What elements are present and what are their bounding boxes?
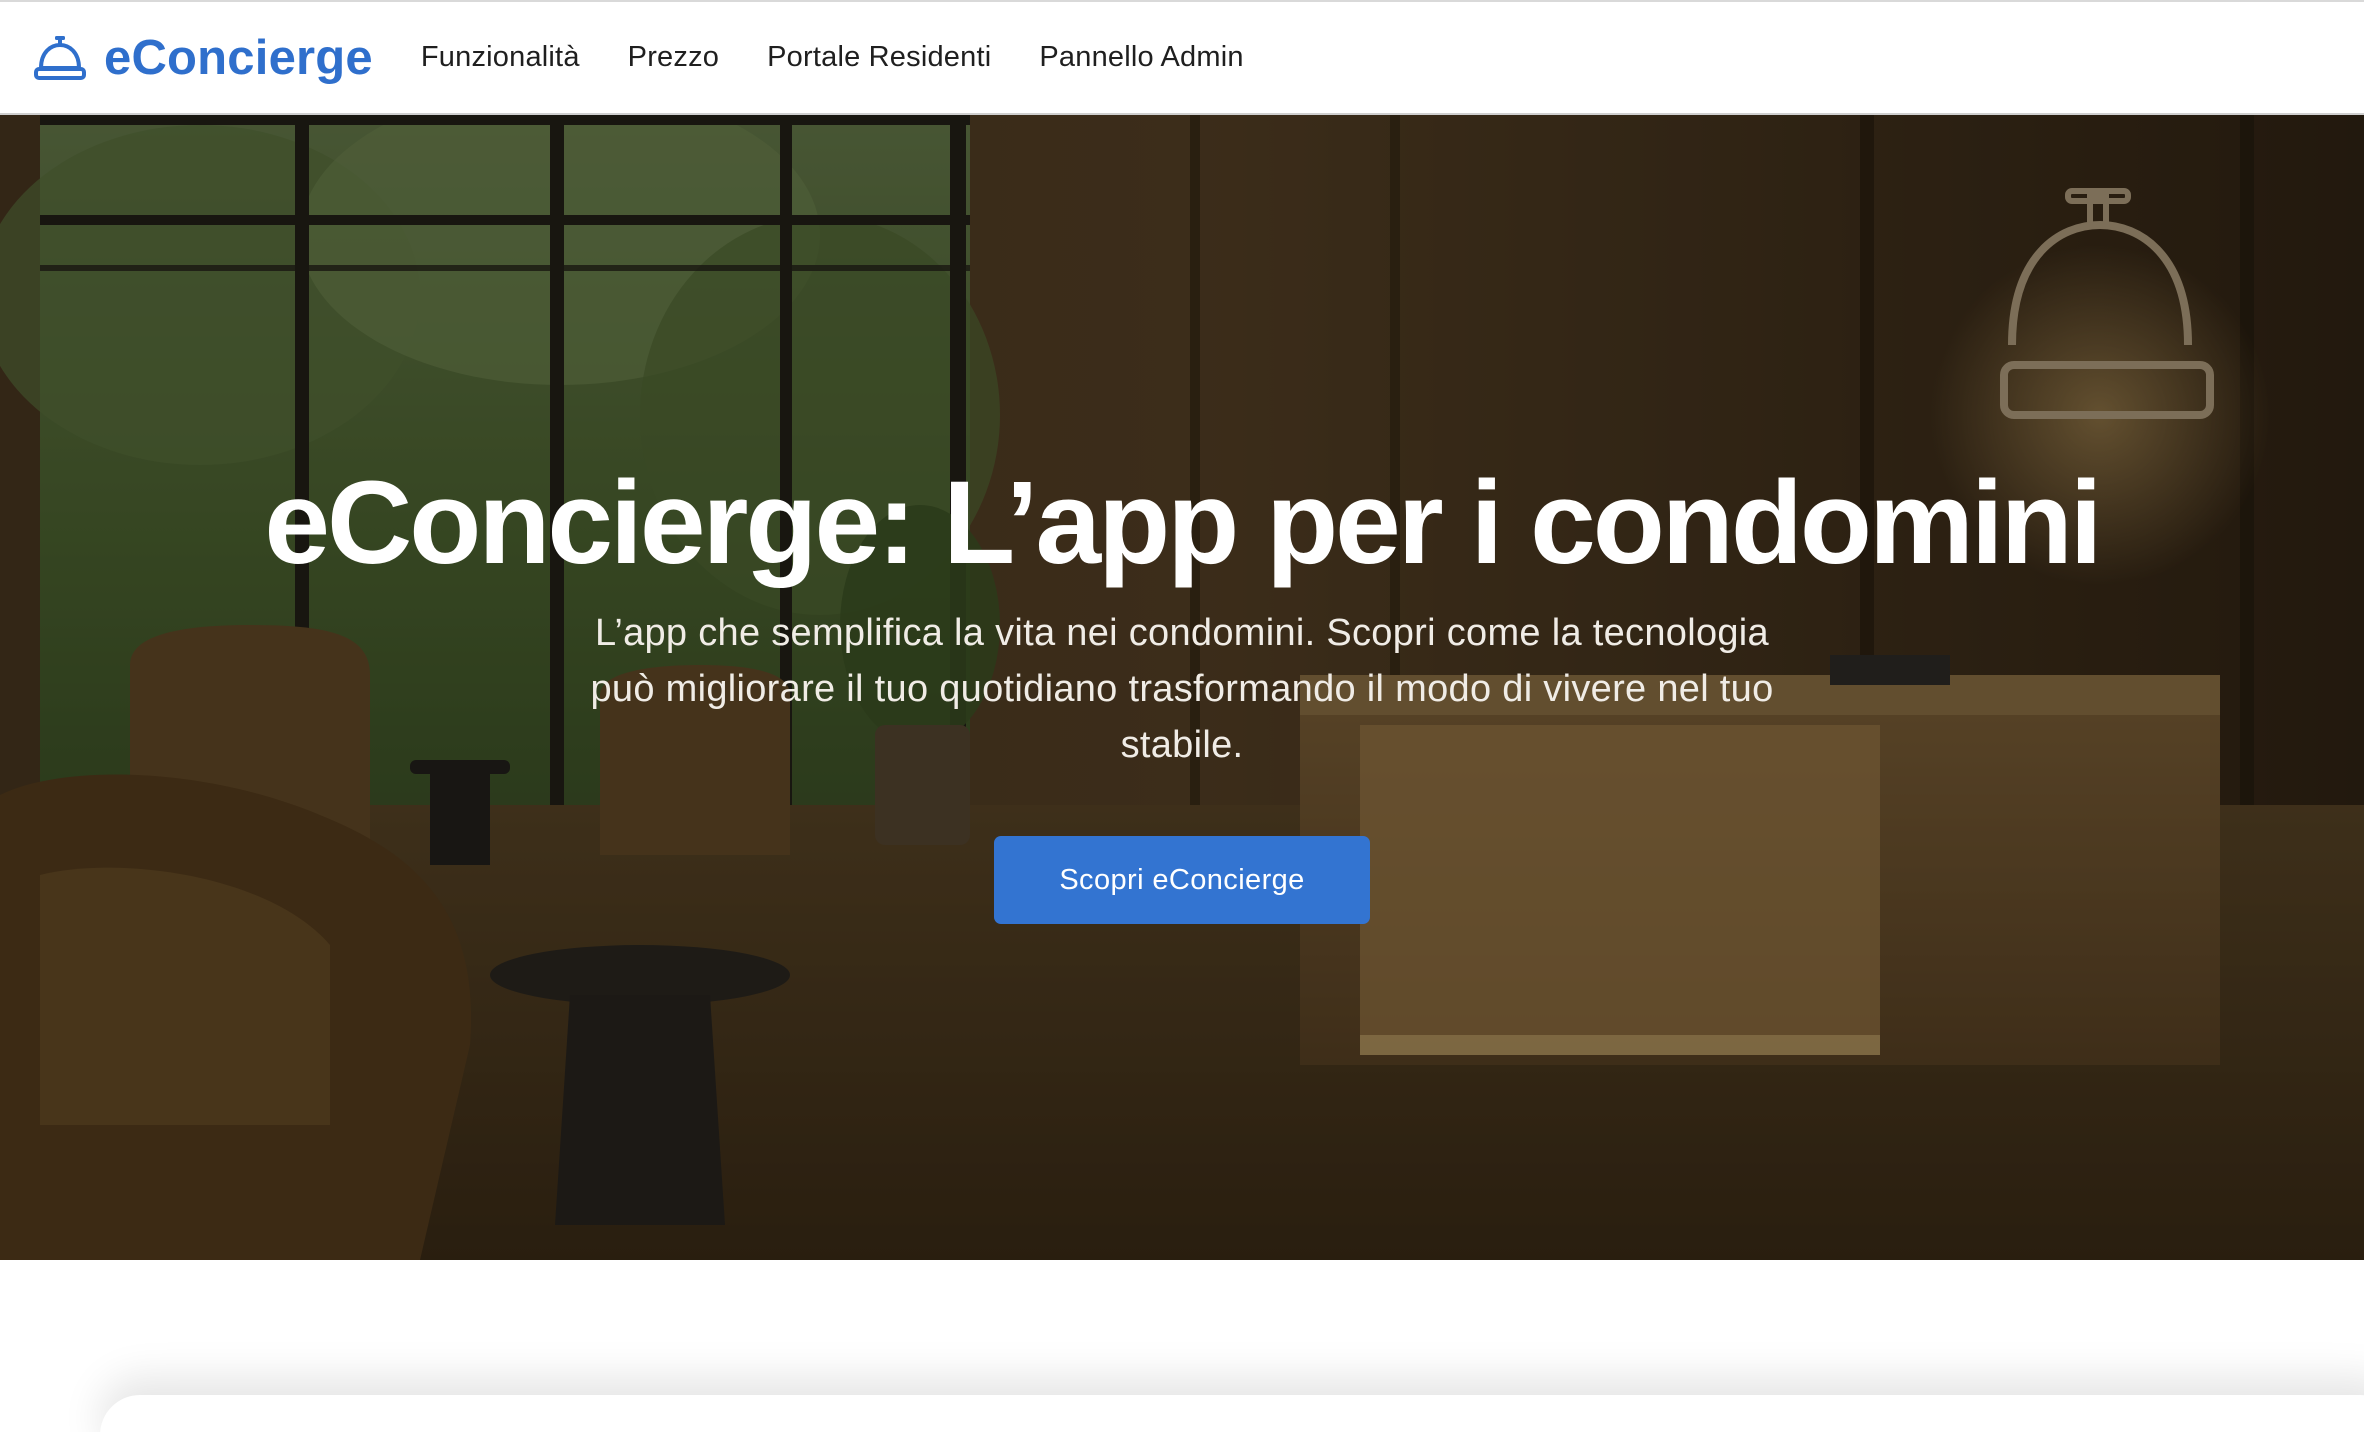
- service-bell-icon: [34, 35, 86, 80]
- hero-subtitle-line: può migliorare il tuo quotidiano trasfor…: [590, 668, 1774, 710]
- hero-subtitle-line: L’app che semplifica la vita nei condomi…: [594, 612, 1769, 654]
- nav-item-pannello-admin[interactable]: Pannello Admin: [1039, 41, 1243, 74]
- content-card: [100, 1395, 2364, 1432]
- nav-item-prezzo[interactable]: Prezzo: [628, 41, 719, 74]
- brand-logo-link[interactable]: eConcierge: [33, 2, 373, 113]
- main-nav: Funzionalità Prezzo Portale Residenti Pa…: [421, 2, 1292, 113]
- hero-subtitle-line: stabile.: [1120, 724, 1244, 766]
- hero-section: eConcierge: L’app per i condomini L’app …: [0, 115, 2364, 1260]
- top-navbar: eConcierge Funzionalità Prezzo Portale R…: [0, 0, 2364, 115]
- nav-item-funzionalita[interactable]: Funzionalità: [421, 41, 580, 74]
- nav-item-portale-residenti[interactable]: Portale Residenti: [767, 41, 991, 74]
- hero-subtitle: L’app che semplifica la vita nei condomi…: [512, 605, 1852, 773]
- brand-name: eConcierge: [104, 30, 373, 85]
- hero-title: eConcierge: L’app per i condomini: [264, 457, 2102, 589]
- discover-econcierge-button[interactable]: Scopri eConcierge: [994, 836, 1370, 924]
